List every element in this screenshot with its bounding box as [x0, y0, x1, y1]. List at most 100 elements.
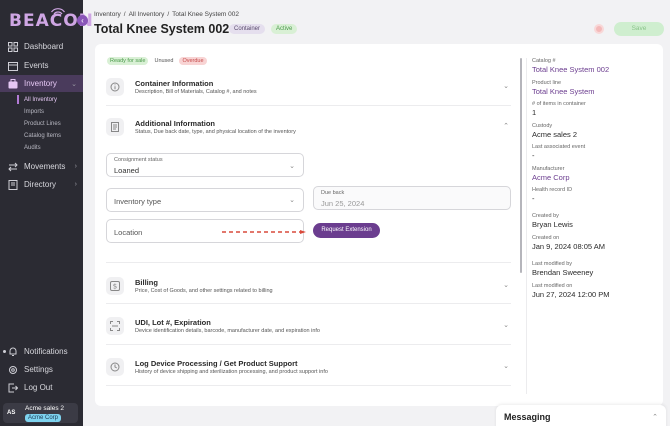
detail-label: Last associated event — [532, 144, 586, 150]
chevron-down-icon: ⌄ — [71, 80, 77, 88]
section-title: Container Information — [135, 79, 214, 88]
dashed-arrow-icon — [222, 230, 306, 234]
due-back-field: Due back Jun 25, 2024 — [313, 186, 511, 210]
field-label: Consignment status — [114, 157, 163, 163]
sidebar-item-label: Settings — [24, 365, 53, 374]
detail-label: Created by — [532, 213, 559, 219]
sidebar-item-dashboard[interactable]: Dashboard — [0, 38, 83, 55]
detail-health-record: Health record ID - — [532, 187, 572, 203]
dollar-icon: $ — [106, 277, 124, 295]
detail-value: - — [532, 194, 535, 203]
catalog-link[interactable]: Total Knee System 002 — [532, 65, 609, 74]
sidebar-item-notifications[interactable]: Notifications — [0, 343, 83, 360]
chevron-right-icon: › — [74, 181, 77, 188]
section-description: Device identification details, barcode, … — [135, 328, 320, 334]
sidebar-item-inventory[interactable]: Inventory ⌄ — [0, 75, 83, 92]
sidebar: BEACON ‹ Dashboard Events Inventory ⌄ Al… — [0, 0, 93, 426]
signal-icon — [51, 8, 65, 15]
clock-icon — [106, 358, 124, 376]
breadcrumb: Inventory / All Inventory / Total Knee S… — [94, 11, 239, 18]
calendar-icon — [8, 61, 18, 71]
subnav-all-inventory[interactable]: All Inventory — [24, 97, 57, 103]
detail-value: Jan 9, 2024 08:05 AM — [532, 242, 605, 251]
detail-label: Catalog # — [532, 58, 556, 64]
breadcrumb-separator: / — [123, 11, 126, 18]
detail-value: Bryan Lewis — [532, 220, 573, 229]
section-title: Additional Information — [135, 119, 215, 128]
detail-catalog: Catalog # Total Knee System 002 — [532, 58, 609, 74]
book-icon — [8, 179, 18, 190]
chevron-down-icon[interactable]: ⌄ — [503, 281, 509, 289]
detail-created-on: Created on Jan 9, 2024 08:05 AM — [532, 235, 605, 251]
section-additional-information[interactable]: Additional Information Status, Due back … — [106, 118, 511, 138]
detail-label: Health record ID — [532, 187, 573, 193]
user-menu[interactable]: AS Acme sales 2 Acme Corp — [3, 403, 78, 423]
section-description: Price, Cost of Goods, and other settings… — [135, 288, 273, 294]
tag-ready-for-sale: Ready for sale — [107, 57, 149, 65]
product-line-link[interactable]: Total Knee System — [532, 87, 595, 96]
breadcrumb-all-inventory[interactable]: All Inventory — [129, 11, 165, 18]
divider — [106, 262, 511, 263]
breadcrumb-separator: / — [167, 11, 170, 18]
detail-label: Last modified on — [532, 283, 573, 289]
chevron-down-icon[interactable]: ⌄ — [503, 82, 509, 90]
sidebar-item-settings[interactable]: Settings — [0, 361, 83, 378]
section-container-information[interactable]: Container Information Description, Bill … — [106, 78, 511, 98]
panel-divider — [526, 58, 527, 394]
divider — [106, 303, 511, 304]
sidebar-item-logout[interactable]: Log Out — [0, 379, 83, 396]
divider — [106, 385, 511, 386]
box-icon — [8, 78, 18, 88]
alert-indicator[interactable] — [594, 24, 604, 34]
status-badge: Active — [271, 24, 298, 34]
subnav-catalog-items[interactable]: Catalog Items — [24, 133, 61, 139]
detail-value: Jun 27, 2024 12:00 PM — [532, 290, 610, 299]
tag-unused: Unused — [151, 57, 177, 65]
request-extension-button[interactable]: Request Extension — [313, 223, 380, 238]
barcode-icon — [106, 317, 124, 335]
chevron-up-icon[interactable]: ⌃ — [503, 122, 509, 130]
chevron-down-icon[interactable]: ⌄ — [503, 321, 509, 329]
sidebar-item-label: Dashboard — [24, 42, 64, 51]
consignment-status-select[interactable]: Consignment status Loaned ⌄ — [106, 153, 304, 177]
detail-value: - — [532, 151, 535, 160]
sidebar-item-events[interactable]: Events — [0, 57, 83, 74]
section-billing[interactable]: $ Billing Price, Cost of Goods, and othe… — [106, 277, 511, 297]
avatar: AS — [7, 410, 16, 416]
breadcrumb-inventory[interactable]: Inventory — [94, 11, 121, 18]
org-badge: Acme Corp — [25, 414, 62, 422]
chevron-down-icon: ⌄ — [289, 197, 295, 204]
detail-product-line: Product line Total Knee System — [532, 80, 595, 96]
sidebar-item-label: Events — [24, 61, 49, 70]
document-icon — [106, 118, 124, 136]
save-button[interactable]: Save — [614, 22, 664, 36]
field-label: Due back — [321, 190, 345, 196]
inventory-type-select[interactable]: Inventory type ⌄ — [106, 188, 304, 212]
sidebar-item-label: Notifications — [24, 347, 68, 356]
messaging-title: Messaging — [504, 412, 551, 422]
messaging-panel[interactable]: Messaging ⌃ — [496, 405, 666, 426]
subnav-audits[interactable]: Audits — [24, 145, 41, 151]
sidebar-item-label: Log Out — [24, 383, 53, 392]
sidebar-item-movements[interactable]: Movements › — [0, 158, 83, 175]
detail-label: Custody — [532, 123, 553, 129]
sidebar-item-directory[interactable]: Directory › — [0, 176, 83, 193]
svg-text:$: $ — [113, 283, 117, 291]
chevron-down-icon[interactable]: ⌄ — [503, 362, 509, 370]
scrollbar[interactable] — [520, 58, 522, 273]
chevron-up-icon[interactable]: ⌃ — [652, 413, 658, 421]
subnav-imports[interactable]: Imports — [24, 109, 44, 115]
detail-modified-on: Last modified on Jun 27, 2024 12:00 PM — [532, 283, 610, 299]
sidebar-item-label: Movements — [24, 162, 66, 171]
logout-icon — [8, 383, 18, 392]
chevron-right-icon: › — [74, 163, 77, 170]
section-udi[interactable]: UDI, Lot #, Expiration Device identifica… — [106, 317, 511, 337]
detail-value: 1 — [532, 108, 537, 117]
section-log-device-processing[interactable]: Log Device Processing / Get Product Supp… — [106, 358, 511, 378]
status-tags: Ready for sale Unused Overdue — [107, 57, 207, 65]
subnav-product-lines[interactable]: Product Lines — [24, 121, 61, 127]
manufacturer-link[interactable]: Acme Corp — [532, 173, 570, 182]
detail-item-count: # of items in container 1 — [532, 101, 586, 117]
detail-modified-by: Last modified by Brendan Sweeney — [532, 261, 593, 277]
collapse-sidebar-button[interactable]: ‹ — [77, 15, 88, 26]
